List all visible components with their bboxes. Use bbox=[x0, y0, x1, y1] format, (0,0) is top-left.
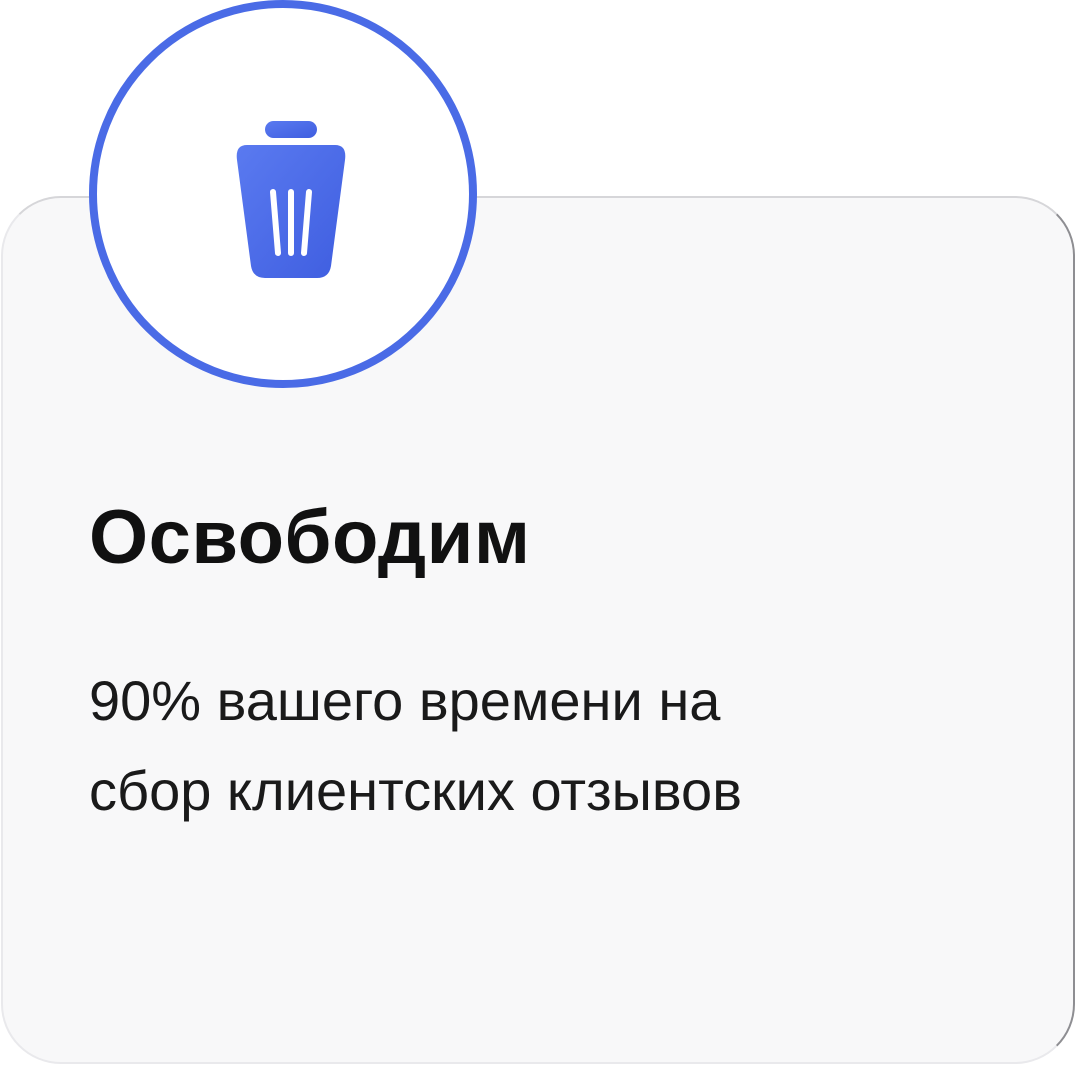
description-line: сбор клиентских отзывов bbox=[89, 759, 742, 822]
card-description: 90% вашего времени на сбор клиентских от… bbox=[89, 656, 989, 836]
description-line: 90% вашего времени на bbox=[89, 669, 721, 732]
icon-badge bbox=[89, 0, 477, 388]
card-title: Освободим bbox=[89, 495, 531, 580]
trash-icon bbox=[236, 121, 346, 278]
